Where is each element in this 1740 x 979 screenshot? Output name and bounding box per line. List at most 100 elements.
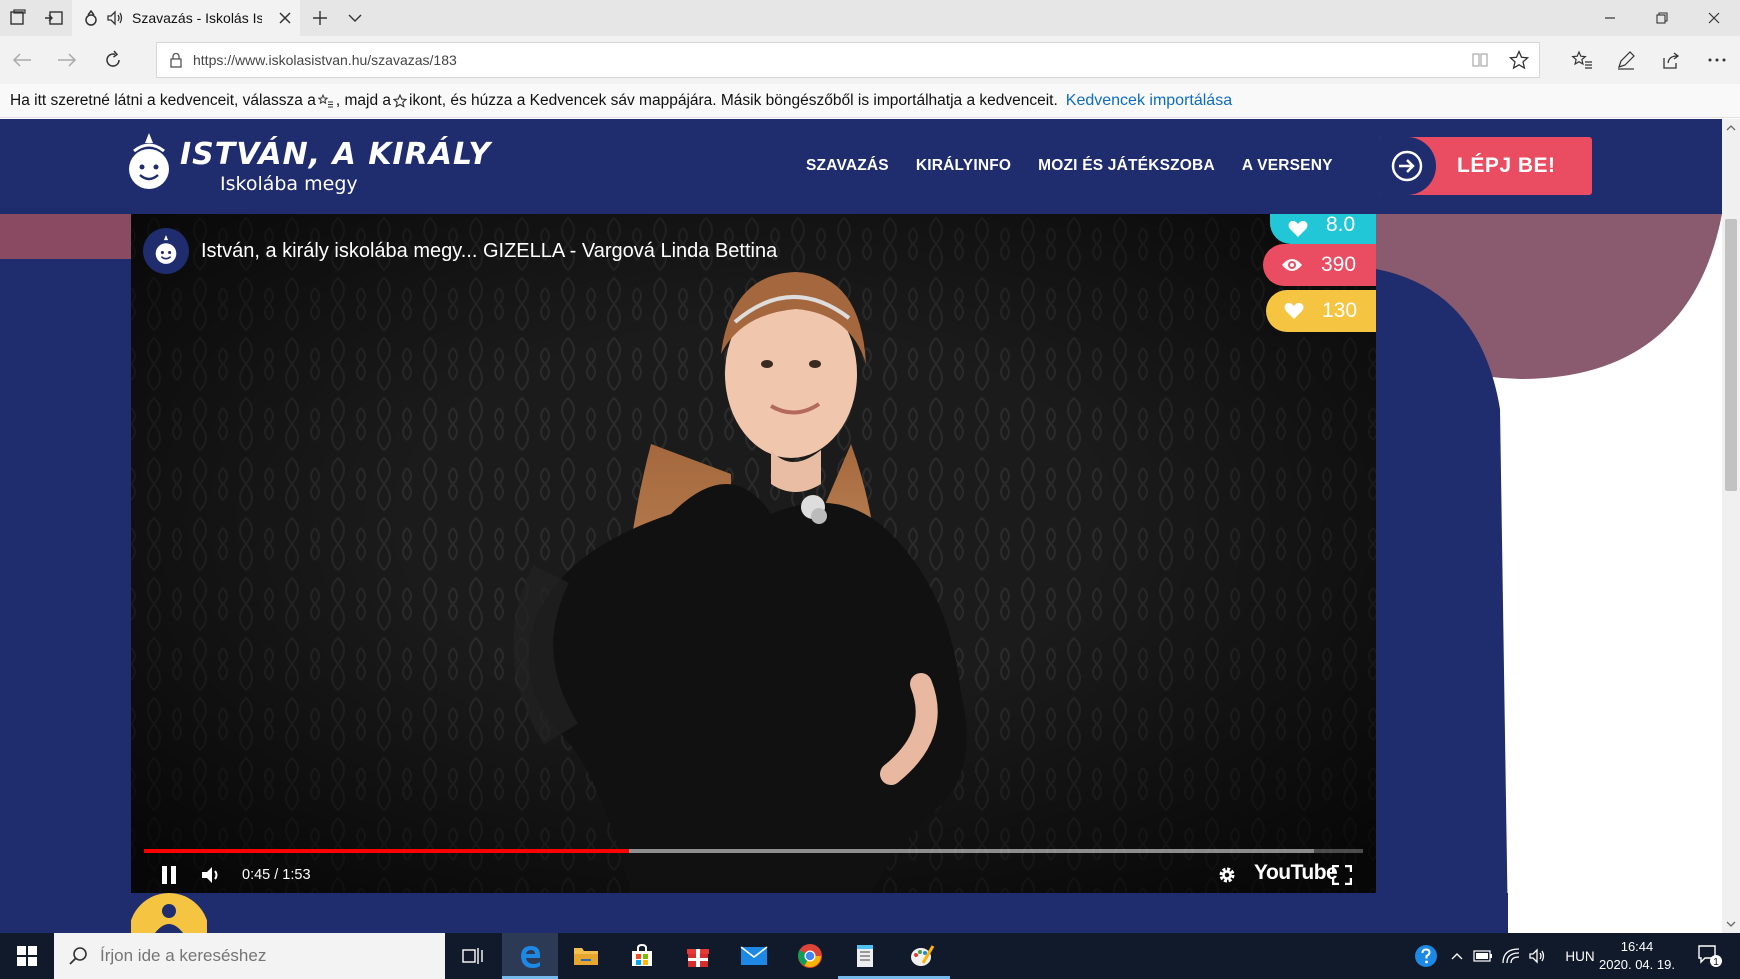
- notification-icon: 1: [1698, 945, 1722, 968]
- taskbar-app-notepad[interactable]: [838, 933, 894, 979]
- gear-icon: [1219, 867, 1235, 883]
- import-favorites-link[interactable]: Kedvencek importálása: [1066, 92, 1232, 110]
- clock-date: 2020. 04. 19.: [1599, 957, 1675, 972]
- arrow-left-icon: [12, 53, 31, 67]
- favorites-hub-button[interactable]: [1568, 46, 1596, 74]
- share-button[interactable]: [1657, 46, 1685, 74]
- taskbar-search[interactable]: [54, 933, 445, 979]
- tab-title: Szavazás - Iskolás Is: [132, 10, 262, 26]
- favorites-bar: Ha itt szeretné látni a kedvenceit, vála…: [0, 84, 1740, 118]
- scroll-up-icon[interactable]: [1722, 121, 1740, 135]
- url-input[interactable]: [193, 52, 1433, 68]
- taskbar-app-store[interactable]: [614, 933, 670, 979]
- mail-icon: [740, 946, 768, 965]
- taskbar-app-edge[interactable]: [502, 933, 558, 979]
- taskbar-app-mail[interactable]: [726, 933, 782, 979]
- user-profile-circle[interactable]: [131, 891, 207, 933]
- web-page: ISTVÁN, A KIRÁLY Iskolába megy SZAVAZÁS …: [0, 119, 1722, 933]
- scroll-down-icon[interactable]: [1722, 917, 1740, 931]
- close-icon: [1708, 12, 1720, 24]
- edge-icon: [521, 946, 540, 968]
- video-controls: 0:45 / 1:53 YouTube: [131, 857, 1376, 893]
- pause-button[interactable]: [157, 861, 181, 889]
- volume-indicator[interactable]: [1524, 933, 1552, 979]
- video-title[interactable]: István, a király iskolába megy... GIZELL…: [201, 240, 777, 263]
- taskbar-app-gift[interactable]: [670, 933, 726, 979]
- mute-button[interactable]: [199, 861, 225, 889]
- settings-more-button[interactable]: [1703, 46, 1731, 74]
- favorites-list-icon: [1571, 50, 1592, 69]
- new-tab-button[interactable]: [308, 6, 332, 30]
- video-player[interactable]: István, a király iskolába megy... GIZELL…: [131, 214, 1376, 893]
- add-favorite-button[interactable]: [1509, 50, 1529, 70]
- page-scrollbar[interactable]: [1722, 119, 1740, 933]
- refresh-button[interactable]: [99, 46, 127, 74]
- chevron-down-icon: [348, 14, 362, 22]
- rating-badge: 8.0: [1270, 213, 1376, 244]
- likes-badge[interactable]: 130: [1266, 290, 1376, 332]
- nav-item-szavazas[interactable]: SZAVAZÁS: [806, 157, 889, 175]
- heart-icon: [1288, 220, 1308, 237]
- tab-manager-button[interactable]: [6, 6, 30, 30]
- pause-icon: [162, 866, 176, 884]
- video-progress-bar[interactable]: [144, 849, 1363, 853]
- task-view-button[interactable]: [445, 933, 501, 979]
- action-center-button[interactable]: 1: [1690, 933, 1730, 979]
- clock-time: 16:44: [1620, 939, 1654, 954]
- king-face-logo-icon: [155, 235, 177, 264]
- set-tabs-aside-button[interactable]: [42, 6, 66, 30]
- taskbar-app-chrome[interactable]: [782, 933, 838, 979]
- tab-preview-button[interactable]: [343, 6, 367, 30]
- forward-button[interactable]: [53, 46, 81, 74]
- taskbar-app-file-explorer[interactable]: [558, 933, 614, 979]
- battery-indicator[interactable]: [1470, 933, 1496, 979]
- favorites-hint-text: Ha itt szeretné látni a kedvenceit, vála…: [10, 91, 316, 109]
- video-settings-button[interactable]: [1214, 861, 1240, 889]
- login-label: LÉPJ BE!: [1457, 154, 1556, 177]
- address-bar[interactable]: [156, 42, 1540, 78]
- web-note-button[interactable]: [1612, 46, 1640, 74]
- fullscreen-icon: [1332, 865, 1352, 885]
- logo-subtitle: Iskolába megy: [220, 173, 358, 195]
- show-hidden-icons-button[interactable]: [1446, 933, 1468, 979]
- favorites-list-icon: [317, 93, 333, 107]
- more-icon: [1708, 58, 1726, 62]
- help-button[interactable]: [1410, 933, 1442, 979]
- site-favicon-icon: [85, 10, 97, 26]
- site-logo[interactable]: ISTVÁN, A KIRÁLY Iskolába megy: [126, 131, 490, 203]
- back-button[interactable]: [8, 46, 36, 74]
- favorites-hint-text: , majd a: [335, 91, 391, 109]
- lock-icon: [170, 52, 182, 68]
- star-icon: [1509, 50, 1529, 70]
- nav-item-kiralyinfo[interactable]: KIRÁLYINFO: [916, 157, 1011, 175]
- close-window-button[interactable]: [1688, 0, 1740, 36]
- battery-icon: [1473, 950, 1492, 962]
- restore-button[interactable]: [1636, 0, 1688, 36]
- nav-item-a-verseny[interactable]: A VERSENY: [1242, 157, 1333, 175]
- browser-tab[interactable]: Szavazás - Iskolás Is: [72, 0, 300, 36]
- close-tab-icon[interactable]: [278, 11, 292, 25]
- nav-item-mozi-es-jatekszoba[interactable]: MOZI ÉS JÁTÉKSZOBA: [1038, 157, 1215, 175]
- reading-view-button[interactable]: [1471, 51, 1489, 69]
- plus-icon: [313, 11, 327, 25]
- rating-value: 8.0: [1326, 213, 1356, 236]
- views-badge: 390: [1263, 244, 1376, 286]
- network-indicator[interactable]: [1498, 933, 1524, 979]
- search-icon: [69, 947, 87, 965]
- taskbar-search-input[interactable]: [100, 946, 430, 966]
- fullscreen-button[interactable]: [1329, 861, 1355, 889]
- likes-value: 130: [1322, 299, 1358, 322]
- scrollbar-thumb[interactable]: [1725, 219, 1737, 491]
- speaker-icon[interactable]: [106, 10, 124, 26]
- minimize-button[interactable]: [1584, 0, 1636, 36]
- views-value: 390: [1321, 253, 1357, 276]
- youtube-logo[interactable]: YouTube: [1254, 861, 1338, 885]
- set-aside-icon: [45, 11, 63, 25]
- start-button[interactable]: [0, 933, 54, 979]
- channel-avatar[interactable]: [143, 228, 189, 274]
- taskbar-clock[interactable]: 16:44 2020. 04. 19.: [1596, 933, 1678, 979]
- taskbar-app-paint[interactable]: [894, 933, 950, 979]
- browser-toolbar: [0, 36, 1740, 84]
- pen-icon: [1618, 51, 1635, 70]
- login-button[interactable]: LÉPJ BE!: [1378, 137, 1592, 195]
